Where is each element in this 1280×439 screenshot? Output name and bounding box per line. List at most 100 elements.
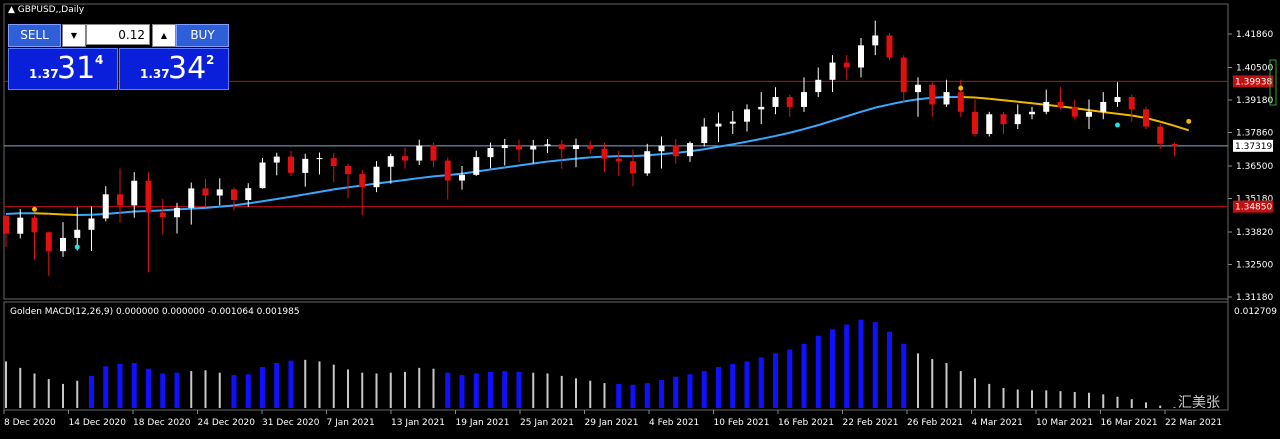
macd-histogram-bar bbox=[631, 385, 636, 408]
macd-histogram-bar bbox=[802, 344, 807, 408]
candle-body bbox=[1072, 107, 1078, 117]
buy-button[interactable]: BUY bbox=[176, 24, 229, 47]
macd-histogram-bar bbox=[404, 372, 406, 408]
candle-body bbox=[673, 146, 679, 157]
date-tick-label: 10 Feb 2021 bbox=[714, 418, 770, 428]
candle-body bbox=[89, 218, 95, 229]
candle-body bbox=[1115, 97, 1121, 102]
candle-body bbox=[844, 63, 850, 68]
lot-size-input[interactable]: 0.12 bbox=[86, 24, 150, 45]
candle-body bbox=[317, 158, 323, 159]
macd-histogram-bar bbox=[5, 361, 7, 408]
date-tick-label: 16 Mar 2021 bbox=[1101, 418, 1158, 428]
date-tick-label: 13 Jan 2021 bbox=[391, 418, 445, 428]
candle-body bbox=[830, 63, 836, 80]
price-tick-label: 1.31180 bbox=[1236, 293, 1273, 303]
macd-histogram-bar bbox=[1031, 390, 1033, 408]
moving-average-segment bbox=[120, 212, 134, 213]
candle-body bbox=[345, 166, 351, 174]
macd-histogram-bar bbox=[917, 353, 919, 408]
date-tick-label: 31 Dec 2020 bbox=[262, 418, 320, 428]
date-tick-label: 8 Dec 2020 bbox=[4, 418, 56, 428]
candle-body bbox=[872, 35, 878, 45]
bid-big-digits: 31 bbox=[57, 49, 95, 89]
candle-body bbox=[787, 97, 793, 107]
macd-histogram-bar bbox=[347, 369, 349, 408]
macd-histogram-bar bbox=[460, 375, 465, 408]
macd-histogram-bar bbox=[146, 369, 151, 408]
lot-decrease-icon[interactable]: ▼ bbox=[62, 24, 86, 47]
macd-histogram-bar bbox=[887, 332, 892, 408]
bid-price-button[interactable]: 1.37 31 4 bbox=[8, 48, 118, 90]
candle-body bbox=[773, 97, 779, 107]
candle-body bbox=[559, 144, 565, 149]
macd-histogram-bar bbox=[1145, 402, 1147, 408]
macd-histogram-bar bbox=[702, 371, 707, 408]
candle-body bbox=[217, 189, 223, 195]
candle-body bbox=[545, 144, 551, 145]
candle-body bbox=[958, 92, 964, 112]
macd-histogram-bar bbox=[19, 368, 21, 408]
candle-body bbox=[744, 109, 750, 121]
candle-body bbox=[901, 58, 907, 92]
candle-body bbox=[431, 146, 437, 161]
chart-window[interactable]: 1.418601.405001.391801.378601.365001.351… bbox=[0, 0, 1280, 435]
macd-histogram-bar bbox=[759, 357, 764, 408]
macd-histogram-bar bbox=[390, 373, 392, 408]
moving-average-segment bbox=[220, 205, 234, 206]
macd-histogram-bar bbox=[561, 376, 563, 408]
date-tick-label: 16 Feb 2021 bbox=[778, 418, 834, 428]
macd-histogram-bar bbox=[488, 372, 493, 408]
candle-body bbox=[616, 159, 622, 162]
macd-histogram-bar bbox=[175, 373, 180, 408]
candle-body bbox=[587, 145, 593, 149]
price-tick-label: 1.33820 bbox=[1236, 228, 1273, 238]
watermark: 汇美张 bbox=[1178, 392, 1220, 412]
ask-price-button[interactable]: 1.37 34 2 bbox=[119, 48, 229, 90]
macd-histogram-bar bbox=[103, 366, 108, 408]
candle-body bbox=[445, 161, 451, 181]
candle-body bbox=[231, 189, 237, 200]
candle-body bbox=[815, 80, 821, 92]
macd-histogram-bar bbox=[361, 373, 363, 408]
sell-button[interactable]: SELL bbox=[8, 24, 61, 47]
moving-average-segment bbox=[206, 207, 220, 208]
moving-average-segment bbox=[975, 98, 989, 99]
macd-histogram-bar bbox=[34, 373, 36, 408]
macd-histogram-bar bbox=[333, 365, 335, 408]
ask-prefix: 1.37 bbox=[140, 67, 170, 81]
candle-body bbox=[174, 208, 180, 217]
one-click-trading-panel: SELL ▼ 0.12 ▲ BUY 1.37 31 4 1.37 34 2 bbox=[8, 24, 228, 88]
lot-increase-icon[interactable]: ▲ bbox=[152, 24, 176, 47]
macd-histogram-bar bbox=[844, 325, 849, 408]
signal-dot bbox=[32, 207, 37, 212]
macd-histogram-bar bbox=[787, 349, 792, 408]
price-level-label: 1.39938 bbox=[1235, 77, 1272, 87]
macd-histogram-bar bbox=[205, 370, 207, 408]
candle-body bbox=[416, 146, 422, 161]
macd-histogram-bar bbox=[1174, 407, 1176, 408]
macd-histogram-bar bbox=[659, 380, 664, 408]
candle-body bbox=[573, 145, 579, 149]
candle-body bbox=[701, 127, 707, 143]
macd-histogram-bar bbox=[376, 373, 378, 408]
candle-body bbox=[459, 175, 465, 181]
macd-histogram-bar bbox=[1102, 394, 1104, 408]
price-tick-label: 1.40500 bbox=[1236, 63, 1273, 73]
macd-histogram-bar bbox=[89, 376, 94, 408]
candle-body bbox=[32, 218, 38, 233]
date-tick-label: 24 Dec 2020 bbox=[198, 418, 256, 428]
macd-histogram-bar bbox=[946, 363, 948, 408]
candle-body bbox=[687, 143, 693, 156]
date-tick-label: 14 Dec 2020 bbox=[69, 418, 127, 428]
macd-histogram-bar bbox=[859, 320, 864, 408]
candle-body bbox=[602, 149, 608, 159]
macd-histogram-bar bbox=[730, 364, 735, 408]
candle-body bbox=[188, 188, 194, 207]
macd-histogram-bar bbox=[62, 384, 64, 408]
candle-body bbox=[1043, 102, 1049, 112]
date-tick-label: 25 Jan 2021 bbox=[520, 418, 574, 428]
macd-histogram-bar bbox=[260, 367, 265, 408]
candle-body bbox=[331, 158, 337, 166]
macd-histogram-bar bbox=[1003, 388, 1005, 408]
